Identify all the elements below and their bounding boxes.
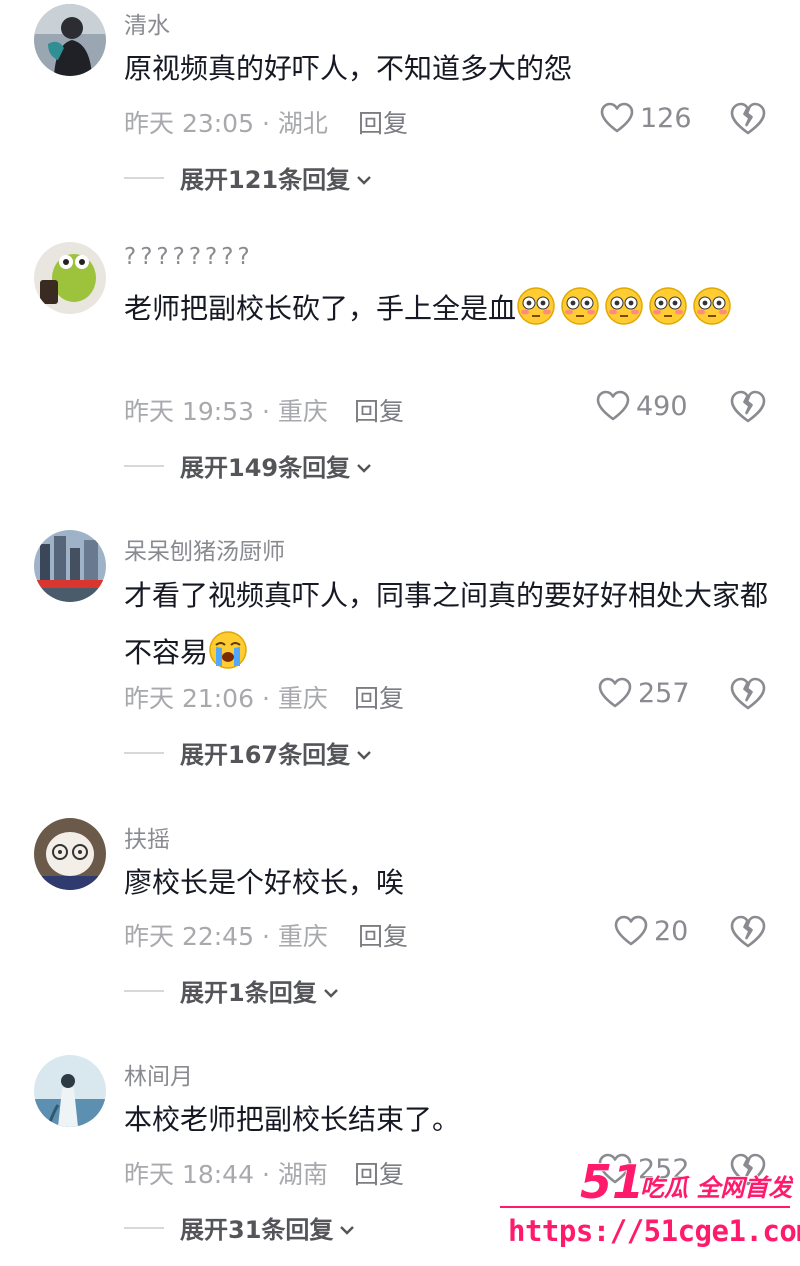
chevron-down-icon [356, 452, 372, 480]
broken-heart-icon [730, 677, 768, 711]
like-count: 20 [654, 915, 689, 947]
dislike-button[interactable] [730, 102, 768, 140]
like-count: 257 [638, 677, 690, 709]
expand-replies-button[interactable]: 展开167条回复 [124, 735, 372, 770]
comment-text-content: 原视频真的好吓人，不知道多大的怨 [124, 52, 573, 85]
comment-text-content: 本校老师把副校长结束了。 [124, 1103, 461, 1136]
broken-heart-icon [730, 102, 768, 136]
chevron-down-icon [356, 739, 372, 767]
dislike-button[interactable] [730, 915, 768, 953]
comment-username[interactable]: ???????? [124, 244, 254, 270]
like-count: 126 [640, 102, 692, 134]
expand-replies-label: 展开121条回复 [180, 166, 351, 194]
reply-button[interactable]: 回复 [358, 104, 408, 140]
expand-replies-button[interactable]: 展开1条回复 [124, 973, 339, 1008]
heart-outline-icon [600, 102, 634, 134]
comment-text: 老师把副校长砍了，手上全是血 [124, 280, 774, 337]
chevron-down-icon [323, 977, 339, 1005]
flushed-face-icon [560, 286, 600, 326]
expand-divider [124, 464, 164, 467]
flushed-face-icon [604, 286, 644, 326]
broken-heart-icon [730, 390, 768, 424]
avatar[interactable] [34, 818, 106, 890]
heart-outline-icon [596, 390, 630, 422]
avatar[interactable] [34, 242, 106, 314]
comment-meta: 昨天 22:45 · 重庆 [124, 922, 328, 951]
like-count: 490 [636, 390, 688, 422]
flushed-face-icon [692, 286, 732, 326]
loudly-crying-face-icon [208, 630, 248, 670]
like-button[interactable]: 257 [598, 677, 690, 709]
avatar[interactable] [34, 4, 106, 76]
comment-username[interactable]: 扶摇 [124, 820, 170, 854]
broken-heart-icon [730, 915, 768, 949]
watermark-url: https://51cge1.com [508, 1214, 800, 1248]
comment-username[interactable]: 林间月 [124, 1057, 193, 1091]
comment-text: 本校老师把副校长结束了。 [124, 1091, 774, 1148]
like-button[interactable]: 20 [614, 915, 688, 947]
expand-divider [124, 176, 164, 179]
like-button[interactable]: 490 [596, 390, 688, 422]
comment-text: 廖校长是个好校长，唉 [124, 854, 774, 911]
comment-meta: 昨天 23:05 · 湖北 [124, 109, 328, 138]
expand-divider [124, 751, 164, 754]
expand-replies-label: 展开149条回复 [180, 454, 351, 482]
comment-meta: 昨天 21:06 · 重庆 [124, 684, 328, 713]
comment-username[interactable]: 清水 [124, 6, 170, 40]
dislike-button[interactable] [730, 390, 768, 428]
heart-outline-icon [598, 677, 632, 709]
flushed-face-icon [516, 286, 556, 326]
avatar[interactable] [34, 1055, 106, 1127]
expand-replies-button[interactable]: 展开31条回复 [124, 1210, 355, 1245]
dislike-button[interactable] [730, 677, 768, 715]
expand-replies-label: 展开1条回复 [180, 979, 317, 1007]
reply-button[interactable]: 回复 [354, 679, 404, 715]
chevron-down-icon [339, 1214, 355, 1242]
expand-divider [124, 1226, 164, 1229]
svg-text:51: 51 [580, 1155, 644, 1209]
expand-replies-button[interactable]: 展开149条回复 [124, 448, 372, 483]
heart-outline-icon [614, 915, 648, 947]
avatar[interactable] [34, 530, 106, 602]
reply-button[interactable]: 回复 [358, 917, 408, 953]
comment-meta: 昨天 18:44 · 湖南 [124, 1160, 328, 1189]
comment-username[interactable]: 呆呆刨猪汤厨师 [124, 532, 285, 566]
comment-text: 原视频真的好吓人，不知道多大的怨 [124, 40, 774, 97]
reply-button[interactable]: 回复 [354, 1155, 404, 1191]
svg-text:吃瓜 全网首发: 吃瓜 全网首发 [640, 1174, 793, 1202]
expand-divider [124, 989, 164, 992]
comment-text-content: 廖校长是个好校长，唉 [124, 866, 405, 899]
like-button[interactable]: 126 [600, 102, 692, 134]
comment-text: 才看了视频真吓人，同事之间真的要好好相处大家都不容易 [124, 567, 774, 681]
watermark-logo: 51 吃瓜 全网首发 [578, 1152, 796, 1210]
expand-replies-button[interactable]: 展开121条回复 [124, 160, 372, 195]
comment-meta: 昨天 19:53 · 重庆 [124, 397, 328, 426]
chevron-down-icon [356, 164, 372, 192]
flushed-face-icon [648, 286, 688, 326]
expand-replies-label: 展开167条回复 [180, 741, 351, 769]
expand-replies-label: 展开31条回复 [180, 1216, 334, 1244]
comment-text-content: 老师把副校长砍了，手上全是血 [124, 292, 517, 325]
watermark-divider [500, 1206, 790, 1208]
reply-button[interactable]: 回复 [354, 392, 404, 428]
